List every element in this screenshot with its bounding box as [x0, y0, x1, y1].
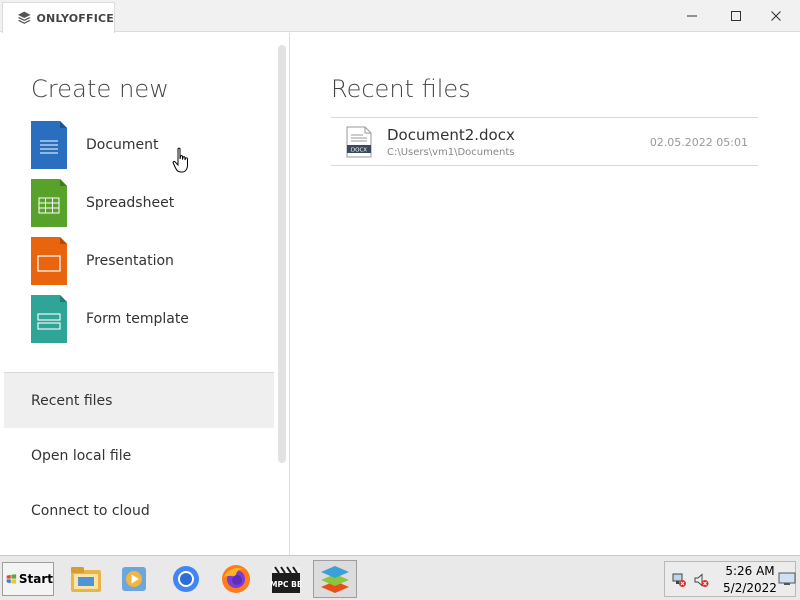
- clock-date[interactable]: 5/2/2022: [715, 581, 785, 595]
- recent-file-date: 02.05.2022 05:01: [649, 136, 748, 149]
- media-player-icon: [122, 567, 146, 591]
- volume-muted-icon[interactable]: [693, 572, 709, 588]
- taskbar-media-player[interactable]: [112, 560, 156, 598]
- taskbar-file-explorer[interactable]: [64, 560, 108, 598]
- document-icon: [31, 121, 67, 169]
- tab-label: ONLYOFFICE: [36, 11, 114, 25]
- docx-badge-text: DOCX: [351, 147, 367, 153]
- title-bar: ONLYOFFICE: [0, 0, 800, 33]
- create-presentation-label: Presentation: [86, 253, 174, 269]
- close-icon: [771, 11, 781, 21]
- nav-open-local-file[interactable]: Open local file: [4, 428, 274, 483]
- network-disconnected-icon[interactable]: [671, 572, 687, 588]
- nav-recent-files-label: Recent files: [31, 392, 113, 409]
- chrome-icon: [173, 566, 199, 592]
- recent-file-name: Document2.docx: [387, 126, 515, 144]
- create-form-template-label: Form template: [86, 311, 189, 327]
- create-form-template-button[interactable]: Form template: [31, 295, 261, 343]
- sidebar-scrollbar[interactable]: [278, 45, 286, 463]
- minimize-button[interactable]: [672, 0, 712, 32]
- create-presentation-button[interactable]: Presentation: [31, 237, 261, 285]
- taskbar: Start MPC BE 5:26 AM 5/2/2022: [0, 555, 800, 600]
- mpc-be-label: MPC BE: [270, 580, 302, 589]
- taskbar-chrome[interactable]: [164, 560, 208, 598]
- maximize-button[interactable]: [716, 0, 756, 32]
- taskbar-firefox[interactable]: [214, 560, 258, 598]
- main-panel: Recent files DOCX Document2.docx C:\User…: [291, 33, 800, 555]
- taskbar-onlyoffice[interactable]: [313, 560, 357, 598]
- system-tray: 5:26 AM 5/2/2022: [664, 561, 796, 597]
- windows-logo-icon: [6, 574, 17, 584]
- spreadsheet-icon: [31, 179, 67, 227]
- onlyoffice-icon: [321, 566, 349, 593]
- create-document-button[interactable]: Document: [31, 121, 261, 169]
- hand-cursor-icon: [172, 147, 188, 173]
- start-button[interactable]: Start: [2, 562, 54, 596]
- create-spreadsheet-label: Spreadsheet: [86, 195, 175, 211]
- recent-files-heading: Recent files: [331, 75, 471, 103]
- nav-recent-files[interactable]: Recent files: [4, 373, 274, 428]
- firefox-icon: [222, 565, 250, 593]
- app-window: ONLYOFFICE Create new Document Spreadshe…: [0, 0, 800, 600]
- minimize-icon: [687, 15, 697, 17]
- docx-file-icon: DOCX: [346, 126, 372, 158]
- tab-onlyoffice[interactable]: ONLYOFFICE: [2, 2, 115, 33]
- presentation-icon: [31, 237, 67, 285]
- taskbar-mpc-be[interactable]: MPC BE: [264, 560, 308, 598]
- recent-file-path: C:\Users\vm1\Documents: [387, 147, 515, 158]
- mpc-be-icon: MPC BE: [270, 566, 302, 593]
- create-spreadsheet-button[interactable]: Spreadsheet: [31, 179, 261, 227]
- onlyoffice-layers-icon: [17, 11, 31, 24]
- left-panel: Create new Document Spreadsheet Presenta…: [0, 33, 290, 555]
- start-label: Start: [18, 572, 53, 586]
- create-document-label: Document: [86, 137, 159, 153]
- close-button[interactable]: [756, 0, 796, 32]
- nav-open-local-file-label: Open local file: [31, 447, 132, 464]
- nav-connect-to-cloud[interactable]: Connect to cloud: [4, 483, 274, 538]
- show-desktop-icon[interactable]: [778, 572, 796, 586]
- form-template-icon: [31, 295, 67, 343]
- create-new-heading: Create new: [31, 75, 169, 103]
- file-explorer-icon: [71, 567, 101, 592]
- maximize-icon: [731, 11, 741, 21]
- nav-connect-to-cloud-label: Connect to cloud: [31, 502, 150, 519]
- recent-file-row[interactable]: DOCX Document2.docx C:\Users\vm1\Documen…: [331, 118, 758, 166]
- clock-time[interactable]: 5:26 AM: [715, 564, 785, 578]
